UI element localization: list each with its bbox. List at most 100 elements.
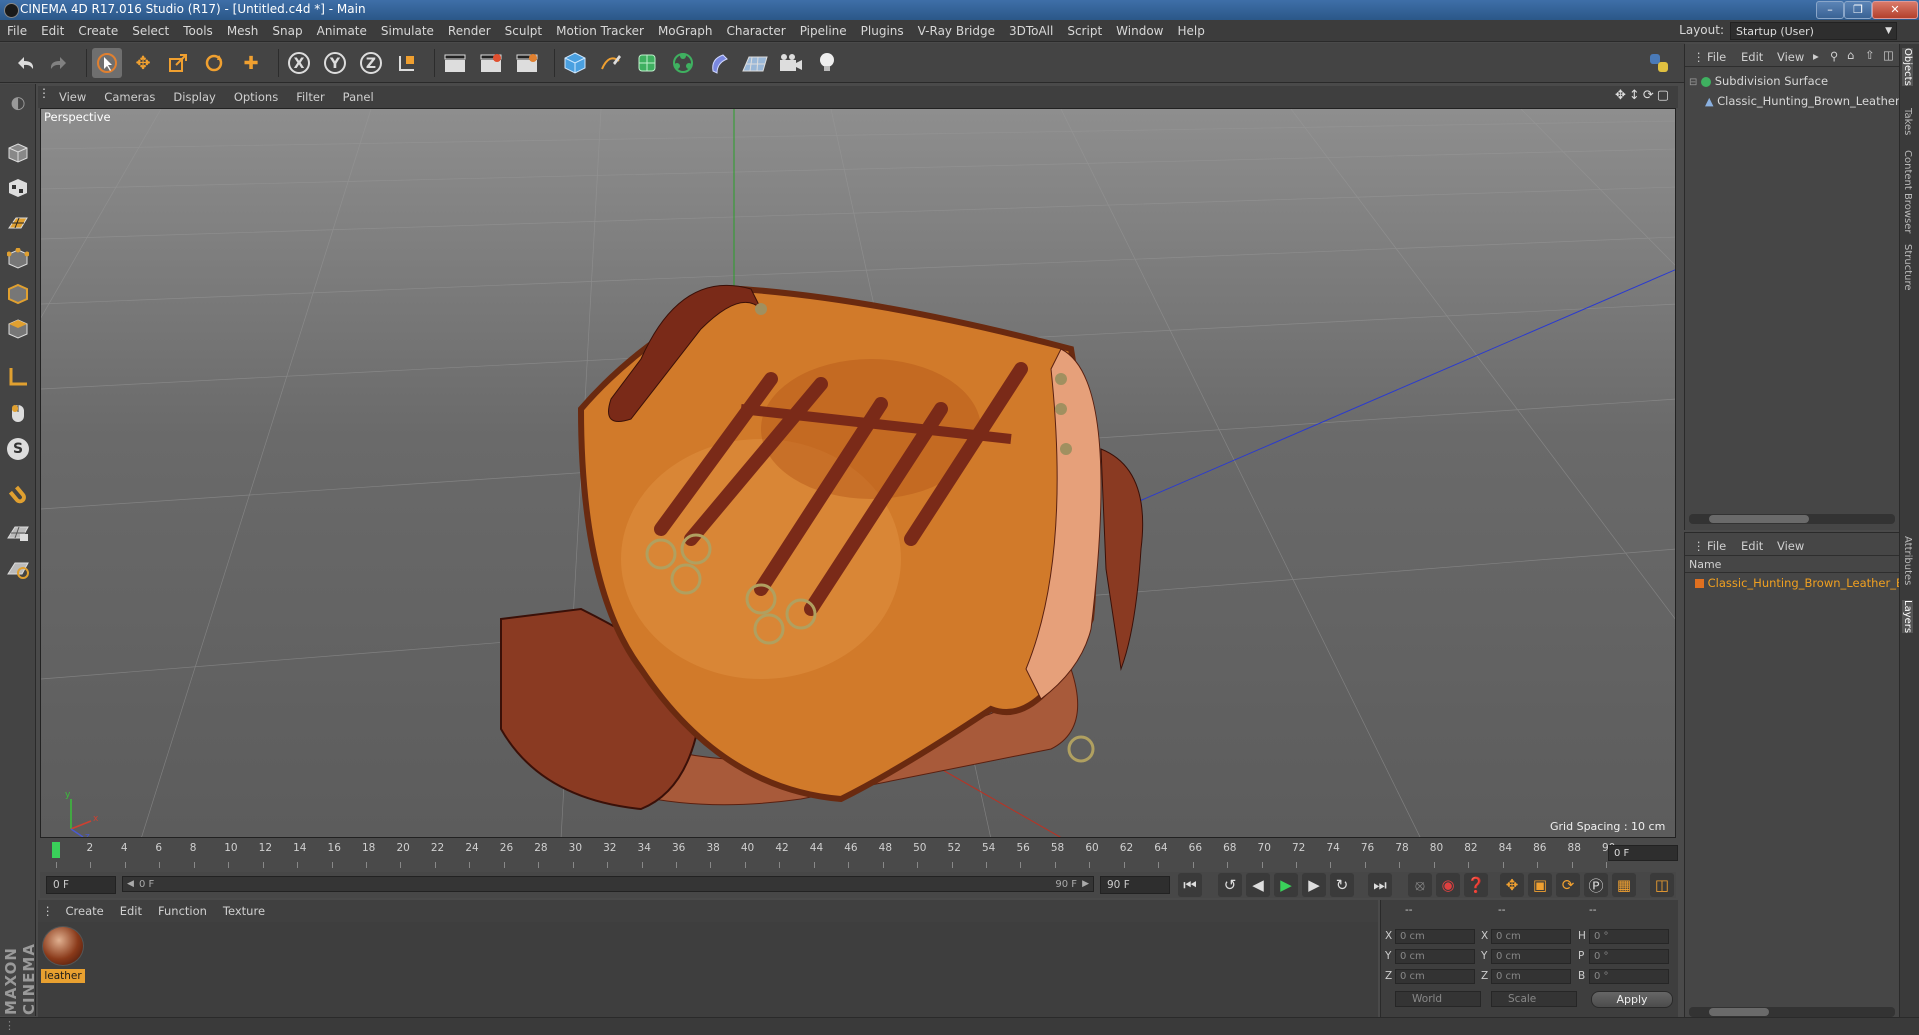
points-mode-button[interactable] (3, 244, 33, 274)
menu-select[interactable]: Select (125, 20, 176, 42)
key-position-button[interactable]: ✥ (1500, 873, 1524, 897)
start-frame-field[interactable]: 0 F (46, 876, 116, 894)
object-menu-edit[interactable]: Edit (1741, 50, 1763, 64)
collapse-icon[interactable]: ⊟ (1689, 77, 1697, 88)
preview-range-slider[interactable]: ◀ 0 F 90 F ▶ (122, 876, 1094, 892)
size-mode-dropdown[interactable]: Scale (1491, 991, 1577, 1007)
render-to-picture-viewer-button[interactable] (476, 48, 506, 78)
viewport-menu-panel[interactable]: Panel (334, 86, 383, 108)
menu-file[interactable]: File (0, 20, 34, 42)
position-z-field[interactable]: 0 cm (1395, 969, 1475, 984)
rotation-b-field[interactable]: 0 ° (1589, 969, 1669, 984)
autokeying-button[interactable]: ❓ (1464, 873, 1488, 897)
go-to-end-button[interactable]: ⏭ (1368, 873, 1392, 897)
y-axis-lock-button[interactable]: Y (320, 48, 350, 78)
python-button[interactable] (1644, 48, 1674, 78)
viewport-menu-filter[interactable]: Filter (287, 86, 333, 108)
viewport-menu-options[interactable]: Options (225, 86, 287, 108)
tab-objects[interactable]: Objects (1902, 48, 1913, 86)
material-menu-texture[interactable]: Texture (215, 900, 273, 922)
grip-handle-icon[interactable]: ⋮ (4, 1019, 15, 1032)
menu-mesh[interactable]: Mesh (220, 20, 266, 42)
tab-structure[interactable]: Structure (1902, 244, 1913, 291)
menu-character[interactable]: Character (719, 20, 792, 42)
menu-animate[interactable]: Animate (310, 20, 374, 42)
material-swatch-leather[interactable] (42, 926, 84, 966)
go-to-start-button[interactable]: ⏮ (1178, 873, 1202, 897)
play-button[interactable]: ▶ (1274, 873, 1298, 897)
minimize-button[interactable]: – (1816, 1, 1844, 19)
motion-record-button[interactable]: ⦻ (1408, 873, 1432, 897)
material-menu-edit[interactable]: Edit (112, 900, 150, 922)
material-menu-create[interactable]: Create (58, 900, 112, 922)
menu-create[interactable]: Create (71, 20, 125, 42)
object-menu-view[interactable]: View (1777, 50, 1804, 64)
menu-help[interactable]: Help (1170, 20, 1211, 42)
spline-pen-button[interactable] (596, 48, 626, 78)
tab-content-browser[interactable]: Content Browser (1902, 150, 1913, 233)
menu-simulate[interactable]: Simulate (374, 20, 441, 42)
menu-tools[interactable]: Tools (176, 20, 220, 42)
menu-script[interactable]: Script (1060, 20, 1109, 42)
key-rotation-button[interactable]: ⟳ (1556, 873, 1580, 897)
floor-button[interactable] (740, 48, 770, 78)
key-parameter-button[interactable]: Ⓟ (1584, 873, 1608, 897)
grip-handle-icon[interactable]: ⋮ (38, 900, 58, 922)
texture-mode-button[interactable] (3, 173, 33, 203)
deformer-button[interactable] (704, 48, 734, 78)
coord-mode-dropdown[interactable]: World (1395, 991, 1481, 1007)
menu-mograph[interactable]: MoGraph (651, 20, 720, 42)
menu-plugins[interactable]: Plugins (854, 20, 911, 42)
search-icon[interactable]: ⚲ (1830, 49, 1838, 63)
tab-attributes[interactable]: Attributes (1902, 536, 1913, 585)
current-frame-field[interactable]: 0 F (1608, 845, 1678, 861)
go-to-previous-key-button[interactable]: ↺ (1218, 873, 1242, 897)
workplane-mode-button[interactable] (3, 208, 33, 238)
layer-color-swatch[interactable] (1695, 579, 1704, 588)
maximize-button[interactable]: ❐ (1844, 1, 1872, 19)
viewport-menu-display[interactable]: Display (164, 86, 224, 108)
layer-menu-file[interactable]: File (1707, 539, 1726, 553)
menu-vray-bridge[interactable]: V-Ray Bridge (911, 20, 1002, 42)
solo-button[interactable]: S (3, 434, 33, 464)
size-x-field[interactable]: 0 cm (1491, 929, 1571, 944)
cube-object-button[interactable] (560, 48, 590, 78)
3d-viewport[interactable]: y x z (40, 108, 1676, 838)
menu-window[interactable]: Window (1109, 20, 1170, 42)
key-point-level-button[interactable]: ▦ (1612, 873, 1636, 897)
last-tool-button[interactable]: ✚ (236, 48, 266, 78)
menu-sculpt[interactable]: Sculpt (498, 20, 549, 42)
cloner-button[interactable] (668, 48, 698, 78)
apply-button[interactable]: Apply (1591, 991, 1673, 1008)
viewport-menu-view[interactable]: View (50, 86, 95, 108)
grip-handle-icon[interactable]: ⋮ (1693, 539, 1705, 553)
rotation-h-field[interactable]: 0 ° (1589, 929, 1669, 944)
key-scale-button[interactable]: ▣ (1528, 873, 1552, 897)
previous-frame-button[interactable]: ◀ (1246, 873, 1270, 897)
filter-icon[interactable]: ⇧ (1865, 48, 1875, 62)
light-button[interactable] (812, 48, 842, 78)
redo-button[interactable] (44, 48, 74, 78)
new-window-icon[interactable]: ◫ (1883, 48, 1894, 62)
move-button[interactable]: ✥ (128, 48, 158, 78)
object-row-subdivision-surface[interactable]: ⊟ Subdivision Surface (1689, 74, 1828, 88)
material-menu-function[interactable]: Function (150, 900, 215, 922)
timeline-window-button[interactable]: ◫ (1650, 873, 1674, 897)
viewport-menu-cameras[interactable]: Cameras (95, 86, 164, 108)
menu-3dtoall[interactable]: 3DToAll (1002, 20, 1060, 42)
planar-workplane-button[interactable] (3, 554, 33, 584)
render-view-button[interactable] (440, 48, 470, 78)
edges-mode-button[interactable] (3, 279, 33, 309)
layer-menu-edit[interactable]: Edit (1741, 539, 1763, 553)
live-selection-button[interactable] (92, 48, 122, 78)
z-axis-lock-button[interactable]: Z (356, 48, 386, 78)
menu-edit[interactable]: Edit (34, 20, 71, 42)
grip-handle-icon[interactable]: ⋮ (1693, 50, 1705, 64)
size-y-field[interactable]: 0 cm (1491, 949, 1571, 964)
x-axis-lock-button[interactable]: X (284, 48, 314, 78)
scale-button[interactable] (163, 48, 193, 78)
object-scroll-thumb[interactable] (1709, 515, 1809, 523)
menu-pipeline[interactable]: Pipeline (793, 20, 854, 42)
layer-scroll-thumb[interactable] (1709, 1008, 1769, 1016)
end-frame-field[interactable]: 90 F (1100, 876, 1170, 894)
